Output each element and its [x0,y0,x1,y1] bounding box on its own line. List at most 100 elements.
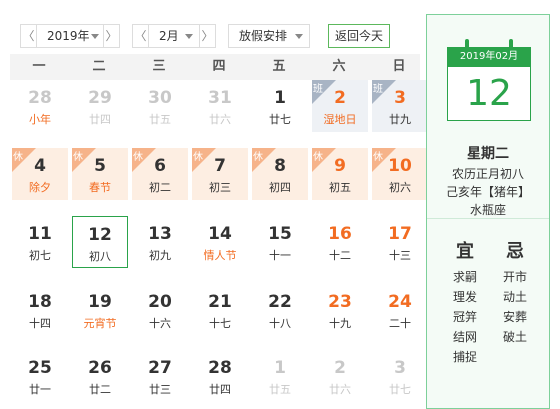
holiday-select[interactable]: 放假安排 [228,24,310,48]
lunar-label: 廿二 [89,383,111,396]
day-cell[interactable]: 2 廿六 [312,350,368,402]
day-cell[interactable]: 班 2 湿地日 [312,80,368,132]
day-cell[interactable]: 25 廿一 [12,350,68,402]
day-cell[interactable]: 11 初七 [12,216,68,268]
day-number: 19 [88,292,112,312]
day-cell[interactable]: 22 十八 [252,284,308,336]
prev-year-arrow-icon[interactable]: 〈 [21,25,37,47]
yi-item: 捕捉 [452,350,477,364]
day-number: 3 [394,88,406,108]
day-cell-selected[interactable]: 12 初八 [72,216,128,268]
lunar-label: 湿地日 [323,113,357,126]
day-number: 29 [88,88,112,108]
lunar-label: 廿五 [149,113,171,126]
day-number: 2 [334,358,346,378]
next-year-arrow-icon[interactable]: 〉 [103,25,119,47]
lunar-label: 小年 [29,113,51,126]
day-cell[interactable]: 26 廿二 [72,350,128,402]
day-cell[interactable]: 17 十三 [372,216,428,268]
day-number: 1 [274,88,286,108]
lunar-label: 廿四 [89,113,111,126]
day-cell[interactable]: 休 6 初二 [132,148,188,200]
day-number: 4 [34,156,46,176]
lunar-label: 初七 [29,249,51,262]
prev-month-arrow-icon[interactable]: 〈 [133,25,149,47]
day-number: 21 [208,292,232,312]
ji-item: 破土 [502,330,527,344]
lunar-label: 十八 [269,317,291,330]
day-number: 20 [148,292,172,312]
weekday-label: 三 [152,59,166,74]
day-cell[interactable]: 休 5 春节 [72,148,128,200]
day-cell[interactable]: 18 十四 [12,284,68,336]
detail-month-label: 2019年02月 [447,47,531,67]
day-number: 25 [28,358,52,378]
day-number: 1 [274,358,286,378]
lunar-label: 廿五 [269,383,291,396]
detail-lunar-date: 农历正月初八 [451,167,524,181]
lunar-label: 十七 [209,317,231,330]
holiday-value: 放假安排 [239,29,288,43]
day-cell[interactable]: 30 廿五 [132,80,188,132]
year-select[interactable]: 〈 2019年 〉 [20,24,120,48]
day-number: 26 [88,358,112,378]
day-cell[interactable]: 15 十一 [252,216,308,268]
day-cell[interactable]: 27 廿三 [132,350,188,402]
day-cell[interactable]: 1 廿五 [252,350,308,402]
day-cell[interactable]: 1 廿七 [252,80,308,132]
day-cell[interactable]: 班 3 廿九 [372,80,428,132]
day-cell[interactable]: 休 10 初六 [372,148,428,200]
day-cell[interactable]: 休 4 除夕 [12,148,68,200]
day-number: 5 [94,156,106,176]
day-number: 14 [208,224,232,244]
day-cell[interactable]: 13 初九 [132,216,188,268]
day-cell[interactable]: 3 廿七 [372,350,428,402]
day-cell[interactable]: 休 7 初三 [192,148,248,200]
lunar-label: 廿六 [329,383,351,396]
day-cell[interactable]: 29 廿四 [72,80,128,132]
lunar-label: 春节 [89,181,111,194]
day-number: 27 [148,358,172,378]
day-cell[interactable]: 31 廿六 [192,80,248,132]
day-cell[interactable]: 28 廿四 [192,350,248,402]
lunar-label: 初四 [269,181,291,194]
lunar-label: 初三 [209,181,231,194]
lunar-label: 初五 [329,181,351,194]
chevron-down-icon [295,34,303,39]
next-month-arrow-icon[interactable]: 〉 [199,25,215,47]
day-cell[interactable]: 20 十六 [132,284,188,336]
day-number: 22 [268,292,292,312]
ji-list: 开市 动土 安葬 破土 [485,267,545,347]
day-cell[interactable]: 21 十七 [192,284,248,336]
day-number: 28 [28,88,52,108]
lunar-label: 廿九 [389,113,411,126]
day-number: 31 [208,88,232,108]
lunar-label: 情人节 [203,249,237,262]
day-cell[interactable]: 19 元宵节 [72,284,128,336]
day-detail-panel: 2019年02月 12 星期二 农历正月初八 己亥年【猪年】 水瓶座 宜 忌 求… [426,14,550,409]
day-cell[interactable]: 休 8 初四 [252,148,308,200]
chevron-down-icon [91,34,99,39]
lunar-label: 初八 [89,250,111,263]
day-cell[interactable]: 28 小年 [12,80,68,132]
back-to-today-button[interactable]: 返回今天 [328,24,390,48]
chevron-down-icon [185,34,193,39]
day-number: 8 [274,156,286,176]
day-cell[interactable]: 24 二十 [372,284,428,336]
month-select[interactable]: 〈 2月 〉 [132,24,216,48]
day-cell[interactable]: 休 9 初五 [312,148,368,200]
day-cell[interactable]: 23 十九 [312,284,368,336]
calendar-icon: 2019年02月 12 [447,37,531,131]
day-number: 2 [334,88,346,108]
day-number: 7 [214,156,226,176]
ji-item: 动土 [502,290,527,304]
day-number: 13 [148,224,172,244]
day-number: 16 [328,224,352,244]
weekday-header: 一二三四五六日 [10,54,420,80]
weekday-label: 五 [272,59,286,74]
day-cell[interactable]: 14 情人节 [192,216,248,268]
lunar-label: 廿三 [149,383,171,396]
lunar-label: 廿七 [389,383,411,396]
day-number: 28 [208,358,232,378]
day-cell[interactable]: 16 十二 [312,216,368,268]
